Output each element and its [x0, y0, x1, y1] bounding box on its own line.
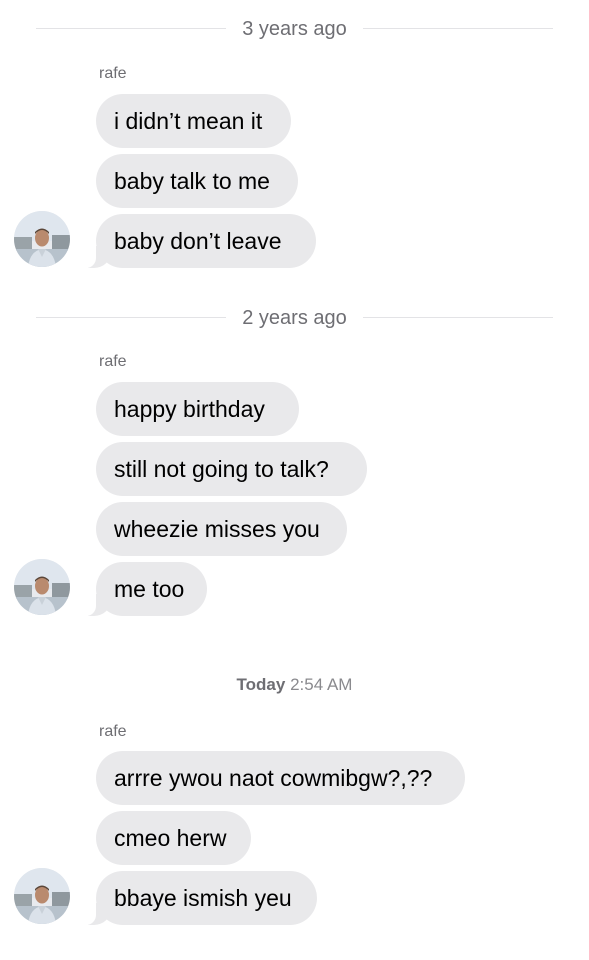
contact-photo-icon: [14, 559, 70, 615]
message-timestamp: Today 2:54 AM: [0, 674, 589, 696]
avatar[interactable]: [14, 211, 70, 267]
message-bubble[interactable]: baby don’t leave: [82, 214, 316, 268]
sender-name: rafe: [99, 353, 127, 370]
message-bubble[interactable]: bbaye ismish yeu: [82, 871, 317, 925]
divider-line: [363, 28, 553, 29]
avatar[interactable]: [14, 559, 70, 615]
message-bubble[interactable]: still not going to talk?: [96, 442, 367, 496]
date-divider: 3 years ago: [36, 17, 553, 41]
date-divider-label: 3 years ago: [242, 18, 347, 40]
message-text: cmeo herw: [114, 825, 227, 851]
timestamp-day: Today: [236, 675, 286, 694]
message-bubble[interactable]: happy birthday: [96, 382, 299, 436]
message-text: still not going to talk?: [114, 456, 329, 482]
message-bubble[interactable]: i didn’t mean it: [96, 94, 291, 148]
avatar[interactable]: [14, 868, 70, 924]
date-divider: 2 years ago: [36, 306, 553, 330]
sender-name: rafe: [99, 723, 127, 740]
message-text: baby talk to me: [114, 168, 270, 194]
date-divider-label: 2 years ago: [242, 307, 347, 329]
message-bubble[interactable]: cmeo herw: [96, 811, 251, 865]
message-bubble[interactable]: baby talk to me: [96, 154, 298, 208]
divider-line: [363, 317, 553, 318]
message-text: me too: [114, 576, 185, 602]
message-text: wheezie misses you: [114, 516, 320, 542]
message-bubble[interactable]: me too: [82, 562, 207, 616]
message-text: baby don’t leave: [114, 228, 282, 254]
timestamp-time: 2:54 AM: [290, 675, 353, 694]
contact-photo-icon: [14, 868, 70, 924]
message-text: arrre ywou naot cowmibgw?,??: [114, 765, 433, 791]
sender-name: rafe: [99, 65, 127, 82]
message-bubble[interactable]: wheezie misses you: [96, 502, 347, 556]
message-text: happy birthday: [114, 396, 265, 422]
message-text: bbaye ismish yeu: [114, 885, 292, 911]
message-bubble[interactable]: arrre ywou naot cowmibgw?,??: [96, 751, 465, 805]
contact-photo-icon: [14, 211, 70, 267]
message-text: i didn’t mean it: [114, 108, 263, 134]
